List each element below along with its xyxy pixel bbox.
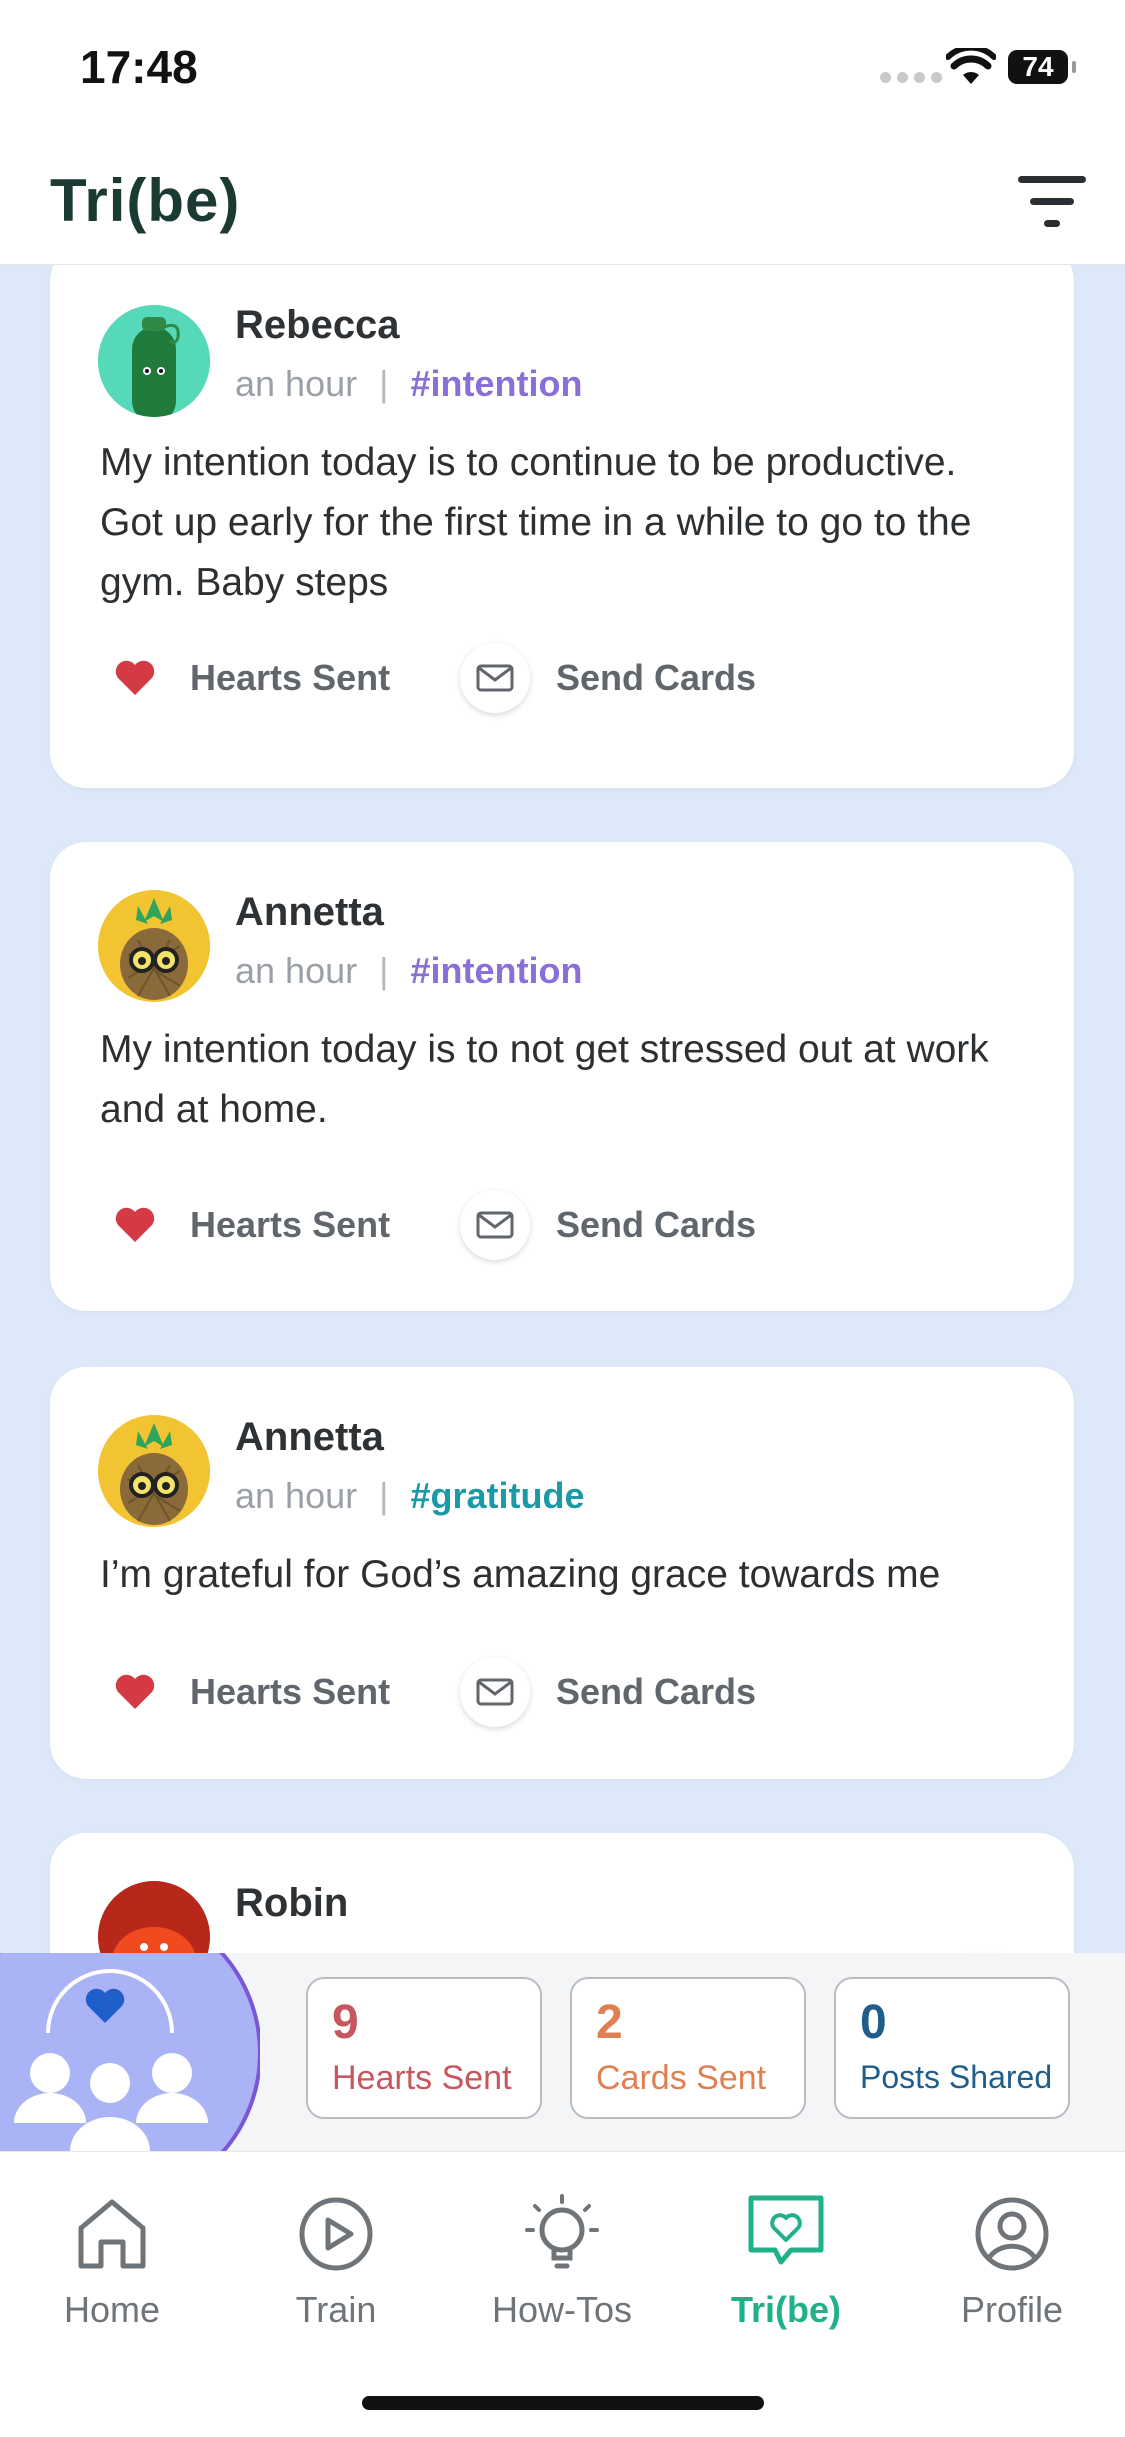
tab-label: Train [295, 2289, 377, 2330]
send-cards-button[interactable]: Send Cards [460, 643, 756, 713]
tab-label: How-Tos [491, 2289, 633, 2330]
chat-heart-icon [748, 2195, 824, 2265]
tribe-stats-bar: 9 Hearts Sent 2 Cards Sent 0 Posts Share… [0, 1953, 1125, 2151]
post-body: My intention today is to continue to be … [100, 441, 972, 604]
cards-sent-count: 2 [596, 1996, 623, 2049]
tomato-icon [98, 1881, 210, 1953]
post-tag[interactable]: #intention [410, 363, 582, 404]
cucumber-icon [98, 305, 210, 417]
hearts-sent-button[interactable]: Hearts Sent [100, 1190, 390, 1260]
heart-icon [100, 643, 170, 713]
hearts-sent-stat[interactable]: 9 Hearts Sent [306, 1977, 542, 2119]
mail-icon [460, 643, 530, 713]
tribe-feed[interactable]: Rebecca an hour | #intention My intention … [0, 265, 1125, 1953]
tomato-avatar[interactable] [98, 1881, 210, 1953]
profile-icon [975, 2197, 1049, 2271]
lightbulb-icon [525, 2194, 599, 2269]
pineapple-icon [98, 1415, 210, 1527]
pineapple-avatar[interactable] [98, 1415, 210, 1527]
send-cards-label: Send Cards [556, 657, 757, 698]
tab-profile[interactable]: Profile [912, 2192, 1112, 2331]
send-cards-button[interactable]: Send Cards [460, 1190, 756, 1260]
post-tag[interactable]: #intention [410, 950, 582, 991]
meta-separator: | [379, 950, 389, 991]
hearts-sent-button[interactable]: Hearts Sent [100, 1657, 390, 1727]
hearts-sent-button[interactable]: Hearts Sent [100, 643, 390, 713]
post-author[interactable]: Rebecca [235, 303, 400, 348]
post-meta: an hour | #gratitude [235, 1475, 585, 1517]
mail-icon [460, 1190, 530, 1260]
app-header: Tri(be) [0, 130, 1125, 265]
post-meta: an hour | #intention [235, 950, 582, 992]
heart-icon [100, 1657, 170, 1727]
posts-shared-count: 0 [860, 1996, 887, 2049]
send-cards-button[interactable]: Send Cards [460, 1657, 756, 1727]
post-time: an hour [235, 950, 358, 991]
heart-icon [100, 1190, 170, 1260]
play-circle-icon [299, 2197, 373, 2271]
hearts-label: Hearts Sent [190, 1204, 391, 1245]
post-card: Robin [50, 1833, 1074, 1953]
tab-how-tos[interactable]: How-Tos [462, 2192, 662, 2331]
pineapple-avatar[interactable] [98, 890, 210, 1002]
filter-icon[interactable] [1012, 172, 1092, 232]
post-card: Annetta an hour | #gratitude I’m grateful … [50, 1367, 1074, 1779]
tab-label: Home [63, 2289, 161, 2330]
cellular-signal-icon [880, 72, 942, 83]
post-card: Rebecca an hour | #intention My intention … [50, 265, 1074, 788]
tab-label: Tri(be) [730, 2289, 841, 2330]
pineapple-icon [98, 890, 210, 1002]
meta-separator: | [379, 363, 389, 404]
cards-sent-stat[interactable]: 2 Cards Sent [570, 1977, 806, 2119]
tribe-group-illustration [0, 1953, 260, 2151]
tab-home[interactable]: Home [12, 2192, 212, 2331]
post-meta: an hour | #intention [235, 363, 582, 405]
send-cards-label: Send Cards [556, 1204, 757, 1245]
mail-icon [460, 1657, 530, 1727]
post-author[interactable]: Robin [235, 1881, 348, 1926]
post-body: My intention today is to not get stresse… [100, 1028, 989, 1131]
home-icon [78, 2199, 146, 2269]
cards-sent-label: Cards Sent [596, 2059, 767, 2097]
status-bar: 17:48 74 [0, 0, 1125, 130]
cucumber-avatar[interactable] [98, 305, 210, 417]
meta-separator: | [379, 1475, 389, 1516]
post-time: an hour [235, 1475, 358, 1516]
bottom-tab-bar: Home Train How-Tos Tri(be) Profile [0, 2151, 1125, 2437]
hearts-sent-label: Hearts Sent [332, 2059, 512, 2097]
page-title: Tri(be) [50, 167, 241, 234]
send-cards-label: Send Cards [556, 1671, 757, 1712]
post-author[interactable]: Annetta [235, 1415, 384, 1460]
wifi-icon [946, 48, 996, 84]
post-author[interactable]: Annetta [235, 890, 384, 935]
tab-tribe[interactable]: Tri(be) [686, 2192, 886, 2331]
post-body: I’m grateful for God’s amazing grace tow… [100, 1553, 941, 1596]
post-tag[interactable]: #gratitude [410, 1475, 584, 1516]
tab-label: Profile [960, 2289, 1064, 2330]
hearts-label: Hearts Sent [190, 657, 391, 698]
post-card: Annetta an hour | #intention My intention … [50, 842, 1074, 1311]
post-time: an hour [235, 363, 358, 404]
posts-shared-stat[interactable]: 0 Posts Shared [834, 1977, 1070, 2119]
posts-shared-label: Posts Shared [860, 2059, 1053, 2095]
hearts-label: Hearts Sent [190, 1671, 391, 1712]
status-time: 17:48 [80, 41, 198, 93]
battery-indicator: 74 [1008, 50, 1076, 84]
hearts-sent-count: 9 [332, 1996, 359, 2049]
home-indicator[interactable] [362, 2396, 764, 2410]
tab-train[interactable]: Train [236, 2192, 436, 2331]
